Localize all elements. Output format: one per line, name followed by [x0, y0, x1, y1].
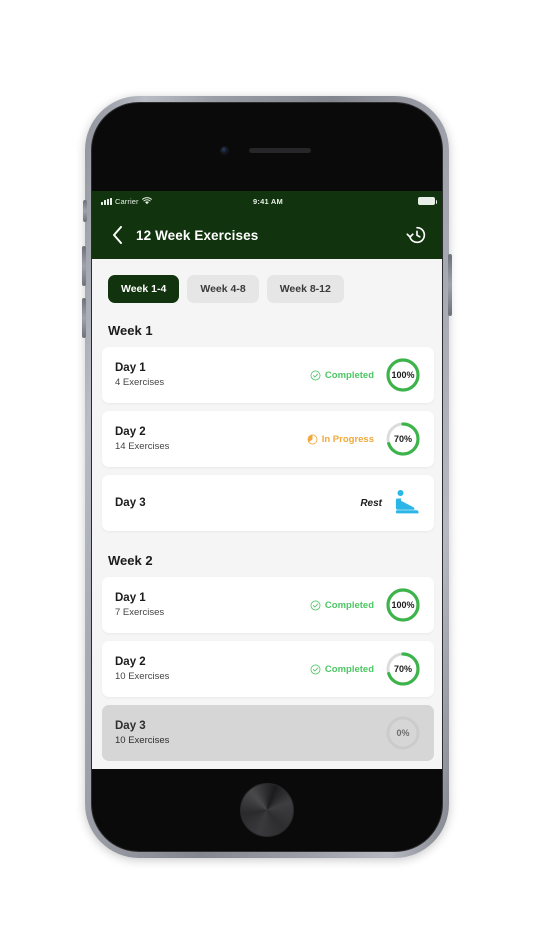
- card-text-block: Day 1 7 Exercises: [115, 592, 164, 618]
- screenshot-root: Carrier 9:41 AM 12 Week Exercises Week 1…: [0, 0, 534, 950]
- navigation-bar: 12 Week Exercises: [92, 211, 442, 259]
- card-status-block: In Progress 70%: [307, 421, 421, 457]
- status-badge: In Progress: [307, 434, 374, 445]
- progress-ring: 100%: [385, 587, 421, 623]
- card-text-block: Day 3: [115, 497, 146, 509]
- progress-ring: 100%: [385, 357, 421, 393]
- tab-week-4-8[interactable]: Week 4-8: [187, 275, 259, 303]
- progress-percent: 70%: [393, 664, 412, 674]
- reclining-seat-icon: [393, 488, 421, 518]
- check-circle-icon: [310, 370, 321, 380]
- app-screen: Carrier 9:41 AM 12 Week Exercises Week 1…: [92, 191, 442, 769]
- progress-percent: 100%: [391, 370, 415, 380]
- day-title: Day 3: [115, 720, 146, 732]
- progress-ring: 70%: [385, 651, 421, 687]
- tab-week-8-12[interactable]: Week 8-12: [266, 275, 344, 303]
- card-status-block: Completed 100%: [310, 587, 421, 623]
- week-1-heading: Week 1: [108, 323, 153, 338]
- progress-ring: 0%: [385, 715, 421, 751]
- home-button[interactable]: [240, 783, 294, 837]
- page-title: 12 Week Exercises: [136, 227, 259, 243]
- card-text-block: Day 1 4 Exercises: [115, 362, 164, 388]
- status-label: In Progress: [321, 433, 374, 445]
- check-circle-icon: [310, 600, 321, 610]
- day-title: Day 1: [115, 592, 146, 604]
- earpiece-speaker: [249, 148, 311, 153]
- phone-screen-bezel: Carrier 9:41 AM 12 Week Exercises Week 1…: [91, 102, 443, 852]
- volume-down-button[interactable]: [82, 298, 86, 338]
- status-bar-right: [418, 197, 437, 205]
- day-exercise-count: 4 Exercises: [115, 377, 165, 388]
- day-exercise-count: 10 Exercises: [115, 671, 170, 682]
- day-exercise-count: 14 Exercises: [115, 441, 170, 452]
- status-label: Rest: [360, 497, 382, 509]
- front-camera-icon: [220, 146, 229, 155]
- card-status-block: Completed 70%: [310, 651, 421, 687]
- card-status-block: 0%: [385, 715, 421, 751]
- battery-full-icon: [418, 197, 437, 205]
- status-label: Completed: [324, 369, 374, 381]
- status-badge: Completed: [310, 370, 374, 381]
- progress-percent: 0%: [396, 728, 410, 738]
- back-button[interactable]: [106, 222, 128, 248]
- status-label: Completed: [324, 599, 374, 611]
- progress-percent: 70%: [393, 434, 412, 444]
- status-bar: Carrier 9:41 AM: [92, 191, 442, 211]
- day-title: Day 3: [115, 497, 146, 509]
- power-button[interactable]: [448, 254, 452, 316]
- exercise-list-scroll[interactable]: Week 1-4 Week 4-8 Week 8-12 Week 1 Day 1…: [92, 259, 442, 769]
- day-title: Day 2: [115, 656, 146, 668]
- pie-progress-icon: [307, 434, 318, 444]
- day-card-w2d1[interactable]: Day 1 7 Exercises Completed 100%: [102, 577, 434, 633]
- volume-up-button[interactable]: [82, 246, 86, 286]
- history-icon: [406, 226, 426, 244]
- check-circle-icon: [310, 664, 321, 674]
- day-card-w2d3[interactable]: Day 3 10 Exercises 0%: [102, 705, 434, 761]
- card-status-block: Rest: [360, 488, 421, 518]
- tab-week-1-4[interactable]: Week 1-4: [108, 275, 180, 303]
- status-bar-time: 9:41 AM: [253, 196, 283, 206]
- week-2-heading: Week 2: [108, 553, 153, 568]
- day-card-w1d1[interactable]: Day 1 4 Exercises Completed 100%: [102, 347, 434, 403]
- phone-frame: Carrier 9:41 AM 12 Week Exercises Week 1…: [82, 96, 452, 858]
- card-text-block: Day 2 10 Exercises: [115, 656, 169, 682]
- day-card-w1d3-rest[interactable]: Day 3 Rest: [102, 475, 434, 531]
- status-badge: Rest: [360, 498, 382, 509]
- history-button[interactable]: [404, 222, 430, 248]
- card-text-block: Day 3 10 Exercises: [115, 720, 169, 746]
- chevron-left-icon: [112, 226, 122, 244]
- progress-percent: 100%: [391, 600, 415, 610]
- day-card-w2d2[interactable]: Day 2 10 Exercises Completed 70%: [102, 641, 434, 697]
- day-exercise-count: 10 Exercises: [115, 735, 170, 746]
- day-title: Day 2: [115, 426, 146, 438]
- status-badge: Completed: [310, 600, 374, 611]
- day-card-w1d2[interactable]: Day 2 14 Exercises In Progress 70%: [102, 411, 434, 467]
- card-text-block: Day 2 14 Exercises: [115, 426, 169, 452]
- progress-ring: 70%: [385, 421, 421, 457]
- status-badge: Completed: [310, 664, 374, 675]
- day-title: Day 1: [115, 362, 146, 374]
- silent-switch[interactable]: [83, 200, 87, 222]
- day-exercise-count: 7 Exercises: [115, 607, 165, 618]
- status-label: Completed: [324, 663, 374, 675]
- week-range-tabs: Week 1-4 Week 4-8 Week 8-12: [102, 259, 434, 313]
- card-status-block: Completed 100%: [310, 357, 421, 393]
